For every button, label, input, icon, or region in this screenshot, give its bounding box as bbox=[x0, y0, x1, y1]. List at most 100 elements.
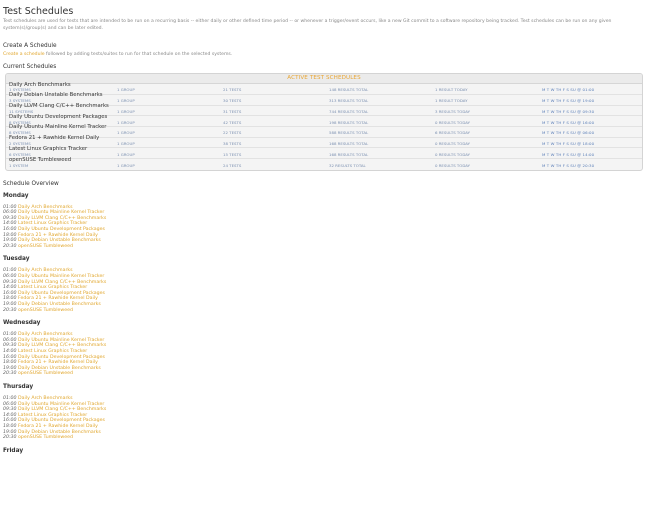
overview-entry: 20:30 openSUSE Tumbleweed bbox=[3, 244, 647, 250]
overview-entry-link[interactable]: Latest Linux Graphics Tracker bbox=[18, 285, 87, 290]
overview-day-entries: 01:00 Daily Arch Benchmarks 06:00 Daily U… bbox=[3, 205, 647, 250]
overview-day-name: Wednesday bbox=[3, 320, 41, 327]
overview-entry-link[interactable]: Latest Linux Graphics Tracker bbox=[18, 413, 87, 418]
overview-entry-link[interactable]: openSUSE Tumbleweed bbox=[18, 244, 73, 249]
schedule-overview-heading: Schedule Overview bbox=[3, 180, 59, 187]
create-schedule-text: Create a schedule followed by adding tes… bbox=[3, 52, 647, 57]
schedule-results-today: 1 RESULT TODAY bbox=[435, 98, 468, 104]
schedule-name-cell: Daily LLVM Clang C/C++ Benchmarks 11 SYST… bbox=[9, 103, 117, 114]
schedule-tests: 42 TESTS bbox=[223, 119, 242, 125]
overview-entry-link[interactable]: Daily LLVM Clang C/C++ Benchmarks bbox=[18, 343, 106, 348]
overview-entry-link[interactable]: Fedora 21 + Rawhide Kernel Daily bbox=[18, 360, 98, 365]
schedule-tests: 21 TESTS bbox=[223, 87, 242, 93]
overview-entry-time: 14:00 bbox=[3, 285, 17, 291]
schedule-tests: 38 TESTS bbox=[223, 140, 242, 146]
overview-entry-time: 01:00 bbox=[3, 204, 17, 210]
overview-entry-time: 16:00 bbox=[3, 227, 17, 233]
overview-entry-link[interactable]: Daily Ubuntu Mainline Kernel Tracker bbox=[18, 274, 104, 279]
schedule-systems: 6 SYSTEMS bbox=[9, 151, 31, 157]
schedule-row[interactable]: openSUSE Tumbleweed 1 SYSTEM 1 GROUP 24 TES… bbox=[6, 158, 642, 170]
overview-entry-link[interactable]: Fedora 21 + Rawhide Kernel Daily bbox=[18, 296, 98, 301]
overview-entry-time: 06:00 bbox=[3, 210, 17, 216]
schedule-results-today: 3 RESULTS TODAY bbox=[435, 108, 471, 114]
overview-entry-link[interactable]: Daily LLVM Clang C/C++ Benchmarks bbox=[18, 407, 106, 412]
schedule-row[interactable]: Latest Linux Graphics Tracker 6 SYSTEMS 1 … bbox=[6, 146, 642, 159]
schedule-when: M T W TH F S SU @ 19:00 bbox=[542, 98, 595, 104]
schedule-name-cell: Daily Debian Unstable Benchmarks 3 SYSTEM… bbox=[9, 93, 117, 104]
schedule-results-today: 0 RESULTS TODAY bbox=[435, 140, 471, 146]
overview-day: Tuesday 01:00 Daily Arch Benchmarks 06:00 … bbox=[3, 256, 647, 313]
overview-day: Monday 01:00 Daily Arch Benchmarks 06:00 D… bbox=[3, 193, 647, 250]
schedule-results-today: 6 RESULTS TODAY bbox=[435, 130, 471, 136]
overview-entry-link[interactable]: Daily Ubuntu Development Packages bbox=[18, 355, 105, 360]
overview-day-name: Friday bbox=[3, 447, 24, 454]
schedule-results-total: 313 RESULTS TOTAL bbox=[329, 98, 369, 104]
overview-entry-link[interactable]: openSUSE Tumbleweed bbox=[18, 435, 73, 440]
schedule-rows: Daily Arch Benchmarks 1 SYSTEMS 1 GROUP 21 … bbox=[6, 82, 642, 170]
overview-entry-link[interactable]: Daily Debian Unstable Benchmarks bbox=[18, 238, 101, 243]
schedule-results-today: 0 RESULTS TODAY bbox=[435, 119, 471, 125]
overview-entry-time: 19:00 bbox=[3, 429, 17, 435]
overview-entry-link[interactable]: Daily Debian Unstable Benchmarks bbox=[18, 366, 101, 371]
overview-entry-link[interactable]: Daily LLVM Clang C/C++ Benchmarks bbox=[18, 280, 106, 285]
schedule-results-total: 168 RESULTS TOTAL bbox=[329, 151, 369, 157]
overview-entry-link[interactable]: Daily Debian Unstable Benchmarks bbox=[18, 302, 101, 307]
overview-entry-time: 19:00 bbox=[3, 302, 17, 307]
overview-entry-time: 06:00 bbox=[3, 401, 17, 407]
overview-entry-link[interactable]: Latest Linux Graphics Tracker bbox=[18, 349, 87, 354]
schedule-results-total: 148 RESULTS TOTAL bbox=[329, 87, 369, 93]
overview-entry-time: 18:00 bbox=[3, 423, 17, 429]
overview-entry-link[interactable]: Fedora 21 + Rawhide Kernel Daily bbox=[18, 424, 98, 429]
overview-entry-time: 18:00 bbox=[3, 360, 17, 366]
overview-entry-link[interactable]: Daily Arch Benchmarks bbox=[18, 268, 73, 273]
overview-entry-link[interactable]: Daily Arch Benchmarks bbox=[18, 205, 73, 210]
overview-entry-link[interactable]: Daily Arch Benchmarks bbox=[18, 332, 73, 337]
schedule-when: M T W TH F S SU @ 06:00 bbox=[542, 130, 595, 136]
schedule-name-cell: Fedora 21 + Rawhide Kernel Daily 2 SYSTEM… bbox=[9, 135, 117, 146]
schedule-tests: 22 TESTS bbox=[223, 130, 242, 136]
overview-entry-link[interactable]: Daily Ubuntu Development Packages bbox=[18, 227, 105, 232]
schedule-name-cell: Latest Linux Graphics Tracker 6 SYSTEMS bbox=[9, 146, 117, 157]
schedule-name-cell: Daily Arch Benchmarks 1 SYSTEMS bbox=[9, 82, 117, 93]
overview-entry-link[interactable]: Daily Ubuntu Development Packages bbox=[18, 418, 105, 423]
overview-day-entries: 01:00 Daily Arch Benchmarks 06:00 Daily U… bbox=[3, 268, 647, 313]
schedule-groups: 1 GROUP bbox=[117, 130, 135, 136]
schedule-results-total: 32 RESULTS TOTAL bbox=[329, 163, 366, 169]
overview-entry-time: 18:00 bbox=[3, 296, 17, 302]
overview-day-entries: 01:00 Daily Arch Benchmarks 06:00 Daily U… bbox=[3, 396, 647, 441]
overview-entry-link[interactable]: Fedora 21 + Rawhide Kernel Daily bbox=[18, 233, 98, 238]
overview-entry-time: 06:00 bbox=[3, 274, 17, 280]
schedule-when: M T W TH F S SU @ 20:30 bbox=[542, 163, 595, 169]
schedule-results-today: 1 RESULT TODAY bbox=[435, 87, 468, 93]
overview-entry-link[interactable]: openSUSE Tumbleweed bbox=[18, 308, 73, 313]
create-schedule-heading: Create A Schedule bbox=[3, 43, 57, 50]
schedule-results-total: 198 RESULTS TOTAL bbox=[329, 119, 369, 125]
overview-entry-link[interactable]: Daily Ubuntu Mainline Kernel Tracker bbox=[18, 402, 104, 407]
schedule-tests: 24 TESTS bbox=[223, 163, 242, 169]
overview-entry-time: 16:00 bbox=[3, 354, 17, 360]
schedule-groups: 1 GROUP bbox=[117, 98, 135, 104]
schedule-when: M T W TH F S SU @ 01:00 bbox=[542, 87, 595, 93]
overview-entry-time: 19:00 bbox=[3, 365, 17, 371]
overview-entry-link[interactable]: Daily Debian Unstable Benchmarks bbox=[18, 430, 101, 435]
schedule-groups: 1 GROUP bbox=[117, 140, 135, 146]
current-schedules-heading: Current Schedules bbox=[3, 64, 57, 71]
overview-entry-link[interactable]: Daily Arch Benchmarks bbox=[18, 396, 73, 401]
schedule-groups: 1 GROUP bbox=[117, 119, 135, 125]
overview-day: Friday bbox=[3, 448, 647, 454]
overview-entry-link[interactable]: Daily Ubuntu Mainline Kernel Tracker bbox=[18, 210, 104, 215]
overview-entry-time: 01:00 bbox=[3, 332, 17, 338]
overview-entry-time: 20:30 bbox=[3, 243, 17, 249]
schedule-groups: 1 GROUP bbox=[117, 151, 135, 157]
schedule-results-today: 0 RESULTS TODAY bbox=[435, 151, 471, 157]
overview-entry-link[interactable]: Latest Linux Graphics Tracker bbox=[18, 221, 87, 226]
overview-day-name: Tuesday bbox=[3, 256, 30, 263]
schedule-when: M T W TH F S SU @ 14:00 bbox=[542, 151, 595, 157]
create-schedule-link[interactable]: Create a schedule bbox=[3, 52, 45, 57]
test-schedules-page: Test Schedules Test schedules are used f… bbox=[0, 0, 650, 454]
schedule-results-total: 168 RESULTS TOTAL bbox=[329, 140, 369, 146]
overview-day: Wednesday 01:00 Daily Arch Benchmarks 06:0… bbox=[3, 320, 647, 377]
overview-day-name: Thursday bbox=[3, 383, 34, 390]
overview-entry-link[interactable]: openSUSE Tumbleweed bbox=[18, 371, 73, 376]
schedule-name-cell: openSUSE Tumbleweed 1 SYSTEM bbox=[9, 158, 117, 169]
